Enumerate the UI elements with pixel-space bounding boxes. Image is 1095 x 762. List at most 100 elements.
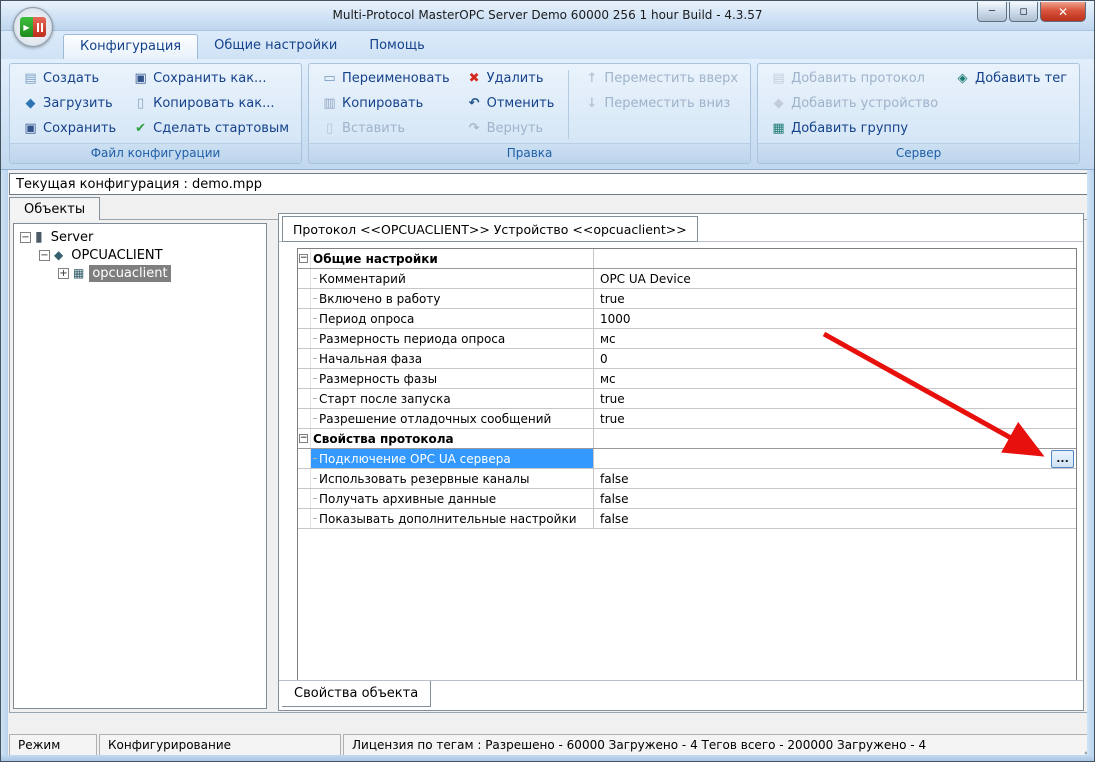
ellipsis-button[interactable]: ...	[1051, 450, 1074, 468]
property-row-selected[interactable]: Подключение OPC UA сервера ...	[298, 449, 1076, 469]
tab-configuration[interactable]: Конфигурация	[63, 34, 198, 59]
grid-gutter	[298, 329, 311, 348]
tab-general-settings[interactable]: Общие настройки	[198, 34, 353, 59]
property-row[interactable]: Показывать дополнительные настройки fals…	[298, 509, 1076, 529]
app-menu-button[interactable]	[13, 7, 53, 47]
collapse-expander-icon[interactable]	[39, 250, 50, 261]
property-value[interactable]: false	[594, 509, 1076, 528]
grid-gutter	[298, 429, 311, 448]
save-as-button[interactable]: Сохранить как...	[124, 66, 297, 91]
properties-panel: Протокол <<OPCUACLIENT>> Устройство <<op…	[278, 213, 1084, 711]
tab-objects[interactable]: Объекты	[9, 197, 100, 220]
property-value[interactable]: мс	[594, 369, 1076, 388]
tab-help[interactable]: Помощь	[353, 34, 440, 59]
property-value[interactable]: true	[594, 409, 1076, 428]
property-value[interactable]: ...	[594, 449, 1076, 468]
add-device-button-label: Добавить устройство	[791, 96, 938, 111]
property-value[interactable]: true	[594, 289, 1076, 308]
property-value[interactable]: false	[594, 469, 1076, 488]
add-tag-button[interactable]: Добавить тег	[946, 66, 1075, 91]
load-button-label: Загрузить	[43, 96, 113, 111]
grid-gutter	[298, 289, 311, 308]
tab-protocol-device[interactable]: Протокол <<OPCUACLIENT>> Устройство <<op…	[282, 216, 698, 242]
create-button[interactable]: Создать	[14, 66, 124, 91]
current-configuration-bar: Текущая конфигурация : demo.mpp	[9, 173, 1088, 195]
property-value[interactable]: OPC UA Device	[594, 269, 1076, 288]
grid-gutter	[298, 269, 311, 288]
property-name[interactable]: Старт после запуска	[311, 389, 594, 408]
add-tag-button-label: Добавить тег	[975, 71, 1067, 86]
property-name-selected[interactable]: Подключение OPC UA сервера	[311, 449, 594, 468]
collapse-group-icon[interactable]	[299, 434, 308, 443]
grid-gutter	[298, 369, 311, 388]
load-button[interactable]: Загрузить	[14, 91, 124, 116]
property-value[interactable]: 1000	[594, 309, 1076, 328]
rename-button-label: Переименовать	[342, 71, 450, 86]
copy-button-label: Копировать	[342, 96, 423, 111]
grid-gutter	[298, 409, 311, 428]
property-name[interactable]: Размерность фазы	[311, 369, 594, 388]
tree-item-label[interactable]: Server	[48, 229, 97, 246]
property-row[interactable]: Использовать резервные каналы false	[298, 469, 1076, 489]
property-row[interactable]: Начальная фаза 0	[298, 349, 1076, 369]
property-row[interactable]: Включено в работу true	[298, 289, 1076, 309]
property-row[interactable]: Разрешение отладочных сообщений true	[298, 409, 1076, 429]
property-name[interactable]: Период опроса	[311, 309, 594, 328]
property-row[interactable]: Старт после запуска true	[298, 389, 1076, 409]
tree-item-label-selected[interactable]: opcuaclient	[89, 265, 170, 282]
window-controls	[977, 2, 1086, 22]
add-protocol-icon	[770, 71, 787, 86]
minimize-button[interactable]	[977, 2, 1007, 22]
property-row[interactable]: Получать архивные данные false	[298, 489, 1076, 509]
group-label-edit: Правка	[309, 143, 750, 163]
redo-button: Вернуть	[458, 116, 563, 141]
property-value[interactable]: true	[594, 389, 1076, 408]
copy-as-button[interactable]: Копировать как...	[124, 91, 297, 116]
property-row[interactable]: Размерность периода опроса мс	[298, 329, 1076, 349]
delete-button-label: Удалить	[487, 71, 544, 86]
copy-as-icon	[132, 96, 149, 111]
property-name[interactable]: Использовать резервные каналы	[311, 469, 594, 488]
property-row[interactable]: Размерность фазы мс	[298, 369, 1076, 389]
save-button[interactable]: Сохранить	[14, 116, 124, 141]
property-value[interactable]: false	[594, 489, 1076, 508]
property-name[interactable]: Разрешение отладочных сообщений	[311, 409, 594, 428]
collapse-group-icon[interactable]	[299, 254, 308, 263]
undo-button-label: Отменить	[487, 96, 555, 111]
property-name[interactable]: Получать архивные данные	[311, 489, 594, 508]
property-group-row[interactable]: Общие настройки	[298, 249, 1076, 269]
expand-expander-icon[interactable]	[58, 268, 69, 279]
tab-object-properties[interactable]: Свойства объекта	[282, 681, 431, 707]
property-row[interactable]: Комментарий OPC UA Device	[298, 269, 1076, 289]
undo-button[interactable]: Отменить	[458, 91, 563, 116]
restore-button[interactable]	[1009, 2, 1038, 22]
tree-item-label[interactable]: OPCUACLIENT	[68, 247, 165, 264]
grid-gutter	[298, 469, 311, 488]
property-name[interactable]: Включено в работу	[311, 289, 594, 308]
property-name[interactable]: Комментарий	[311, 269, 594, 288]
delete-button[interactable]: Удалить	[458, 66, 563, 91]
copy-button[interactable]: Копировать	[313, 91, 458, 116]
tree-item-opcuaclient-device[interactable]: opcuaclient	[14, 264, 266, 282]
close-button[interactable]	[1040, 2, 1086, 22]
add-group-button[interactable]: Добавить группу	[762, 116, 946, 141]
tree-item-server[interactable]: Server	[14, 228, 266, 246]
property-value[interactable]: 0	[594, 349, 1076, 368]
property-name[interactable]: Показывать дополнительные настройки	[311, 509, 594, 528]
add-protocol-button: Добавить протокол	[762, 66, 946, 91]
tree-item-opcuaclient-protocol[interactable]: OPCUACLIENT	[14, 246, 266, 264]
save-as-icon	[132, 71, 149, 86]
move-down-button-label: Переместить вниз	[604, 96, 730, 111]
group-name[interactable]: Общие настройки	[311, 249, 594, 268]
collapse-expander-icon[interactable]	[20, 232, 31, 243]
move-up-button: Переместить вверх	[575, 66, 746, 91]
group-name[interactable]: Свойства протокола	[311, 429, 594, 448]
make-startup-button[interactable]: Сделать стартовым	[124, 116, 297, 141]
rename-button[interactable]: Переименовать	[313, 66, 458, 91]
property-name[interactable]: Размерность периода опроса	[311, 329, 594, 348]
property-value[interactable]: мс	[594, 329, 1076, 348]
property-name[interactable]: Начальная фаза	[311, 349, 594, 368]
rename-icon	[321, 71, 338, 86]
property-group-row[interactable]: Свойства протокола	[298, 429, 1076, 449]
property-row[interactable]: Период опроса 1000	[298, 309, 1076, 329]
